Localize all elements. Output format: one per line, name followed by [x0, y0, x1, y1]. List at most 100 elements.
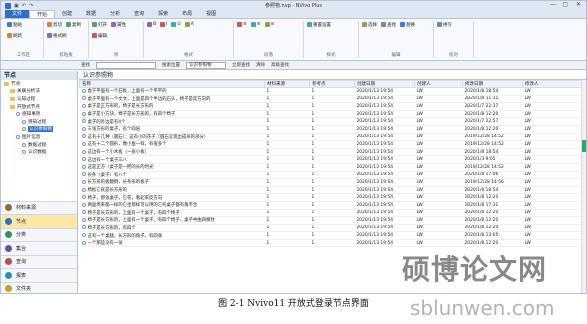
vertical-scrollbar[interactable] — [581, 80, 586, 293]
tree-node[interactable]: 数据过程 — [1, 141, 77, 149]
ribbon-button[interactable]: 重置设置 — [307, 21, 331, 28]
tree-node[interactable]: 开放式节点 — [1, 103, 77, 111]
table-row[interactable]: 这有十几种（圆石）；这有小的花子（圆石呈现出成块的部分） 1 1 2020/1/13 … — [79, 133, 586, 142]
table-cell: 椅板它就是长方形的 — [79, 186, 265, 195]
ribbon-button[interactable]: 查找 — [381, 21, 396, 28]
tree-node[interactable]: 认识参照物 — [1, 126, 77, 134]
table-row[interactable]: 这有十二个圆形，像小鱼一样，有很多个 1 1 2020/1/13 19:54 LW 201… — [79, 140, 586, 149]
ribbon-button[interactable]: 属性 — [111, 21, 126, 28]
ribbon-button[interactable]: ≡ — [250, 21, 261, 28]
ribbon-button[interactable]: I — [160, 21, 167, 28]
table-cell: 2020/1/8 12:20 — [462, 209, 523, 218]
table-row[interactable]: 桌子是正方形的，椅子是长方形的 1 1 2020/1/13 19:54 LW 2020/1… — [79, 102, 586, 111]
tab-4[interactable]: 分析 — [103, 10, 127, 18]
column-header[interactable]: 修改日期 — [462, 80, 523, 88]
tab-2[interactable]: 创建 — [55, 10, 79, 18]
tree-node[interactable]: 感知过程 — [1, 118, 77, 126]
table-cell: 虚于平面有一个石板，上面有一个平平的 — [79, 87, 265, 96]
table-cell: LW — [414, 171, 463, 180]
table-row[interactable]: 椅板它就是长方形的 1 1 2020/1/13 19:54 LW 2020/1/8 18:… — [79, 186, 586, 195]
nav-button-6[interactable]: 文件夹 — [1, 281, 77, 293]
column-header[interactable]: 修改人 — [522, 80, 586, 88]
find-now-button[interactable]: 立即查找 — [232, 62, 250, 68]
table-row[interactable]: 这边有一个桌子三八 1 1 2020/1/13 19:54 LW 2020/1/3 9:0… — [79, 155, 586, 164]
ribbon-button[interactable]: 格式刷 — [47, 32, 67, 39]
table-row[interactable]: 三张方形的桌子，有个四层 1 1 2020/1/13 19:54 LW 2020/1/8 … — [79, 125, 586, 134]
tree-node[interactable]: 认识数据 — [1, 148, 77, 156]
table-cell: 这有十二个圆形，像小鱼一样，有很多个 — [79, 140, 265, 149]
table-row[interactable]: 椅子是长方形的，上面有一个桌子，有四个椅子，桌子中由四根柱 1 1 2020/1/13… — [79, 216, 586, 225]
table-row[interactable]: 长条（桌子）有八个 1 1 2020/1/13 19:54 LW 2020/1/8 17:… — [79, 171, 586, 180]
table-row[interactable]: 桌子是小方块，椅子是长方形的，有四个椅子 1 1 2020/1/13 19:54 LW 2… — [79, 110, 586, 119]
minimize-icon[interactable]: — — [550, 1, 556, 8]
cell-text: 2019/12/28 14:52 — [464, 141, 504, 147]
scroll-thumb[interactable] — [582, 140, 586, 152]
ribbon-button[interactable]: ≡ — [237, 21, 247, 28]
tree-node[interactable]: 感知事项 — [1, 110, 77, 118]
table-row[interactable]: 虚于平面有一个文文，上面是四个半边的石头，椅子是反方向的 1 1 2020/1/13 … — [79, 95, 586, 104]
column-header[interactable]: 创建人 — [414, 80, 463, 88]
ribbon-button[interactable]: 拼写 — [437, 21, 452, 28]
table-row[interactable]: 这是正方（桌子是一把的长的时光 1 1 2020/1/13 19:54 LW 2019/1… — [79, 163, 586, 172]
nav-button-3[interactable]: 集合 — [1, 241, 77, 255]
tab-6[interactable]: 探索 — [151, 10, 175, 18]
nav-button-4[interactable]: 查询 — [1, 254, 77, 268]
nav-button-5[interactable]: 报表 — [1, 268, 77, 282]
find-input[interactable] — [96, 61, 156, 69]
cell-text: 椅子是长方形的，有四个 — [87, 225, 136, 231]
tree-node[interactable]: 图片信息 — [1, 133, 77, 141]
tab-0[interactable]: 文件 — [5, 10, 30, 18]
table-cell: LW — [522, 209, 586, 218]
ribbon-button[interactable]: 粘贴 — [7, 21, 22, 28]
nav-button-0[interactable]: 材料来源 — [1, 200, 77, 214]
ribbon-button[interactable]: 剪切 — [47, 21, 62, 28]
tab-5[interactable]: 查询 — [127, 10, 151, 18]
close-icon[interactable]: ✕ — [576, 1, 581, 8]
table-cell: 2020/1/7 22:37 — [462, 102, 523, 111]
cell-text: 1 — [311, 111, 315, 117]
clear-button[interactable]: 清除 — [256, 62, 265, 68]
table-row[interactable]: 一个那些没有一张 1 1 2020/1/13 19:54 LW 2020/1/8 12:2… — [79, 239, 586, 248]
nav-button-2[interactable]: 分类 — [1, 227, 77, 241]
nav-button-1[interactable]: 节点 — [1, 214, 77, 228]
ribbon-button[interactable]: 复制 — [66, 21, 81, 28]
tab-7[interactable]: 布局 — [175, 10, 199, 18]
cell-text: LW — [416, 179, 423, 185]
column-header[interactable]: 材料来源 — [264, 80, 310, 88]
table-row[interactable]: 椅子，那张桌子，它花，看起来反方向 1 1 2020/1/13 19:54 LW 2020… — [79, 193, 586, 202]
node-icon — [22, 127, 26, 132]
tree-node[interactable]: 节点 — [1, 80, 77, 88]
maximize-icon[interactable]: ▢ — [562, 1, 568, 8]
tab-3[interactable]: 数据 — [79, 10, 103, 18]
table-row[interactable]: 椅子是长方形的，上面有一个桌子，有四个椅子 1 1 2020/1/13 19:54 LW… — [79, 209, 586, 218]
tree-node[interactable]: 关联分析法 — [1, 88, 77, 96]
cell-text: 2020/1/13 19:54 — [356, 225, 394, 231]
ribbon-button[interactable]: 选择 — [362, 21, 377, 28]
ribbon-button[interactable]: ≡ — [264, 21, 274, 28]
ribbon-button[interactable]: A — [184, 21, 194, 28]
table-row[interactable]: 桌子的外边是有4个 1 1 2020/1/13 19:54 LW 2020/1/7 22:… — [79, 117, 586, 126]
ribbon-button[interactable]: 刷新 — [7, 32, 22, 39]
column-header[interactable]: 参考点 — [309, 80, 355, 88]
advanced-find-button[interactable]: 高级查找 — [271, 62, 289, 68]
table-cell: 1 — [264, 163, 310, 172]
table-row[interactable]: 虚于平面有一个石板，上面有一个平平的 1 1 2020/1/13 19:54 LW 202… — [79, 87, 586, 96]
tree-node[interactable]: 认知过程 — [1, 95, 77, 103]
tab-1[interactable]: 开始 — [29, 10, 56, 18]
ribbon-button[interactable]: B — [147, 21, 156, 28]
table-row[interactable]: 这有一个桌腿，长方形的角子，有四张 1 1 2020/1/13 19:54 LW 2020… — [79, 231, 586, 240]
ribbon-button-label: 粘贴 — [13, 22, 22, 28]
ribbon-button[interactable]: U — [171, 21, 181, 28]
table-row[interactable]: 两面用来都一样的它坐那样可以用的它托桌子都有角不合 1 1 2020/1/13 19:… — [79, 201, 586, 210]
table-row[interactable]: 长方形的板翻倒，长条形的板子 1 1 2020/1/13 19:54 LW 2019/12… — [79, 178, 586, 187]
ribbon-button[interactable]: 编辑 — [92, 32, 107, 39]
column-header[interactable]: 名称 — [79, 80, 265, 88]
ribbon-button[interactable]: 替换 — [400, 21, 415, 28]
table-row[interactable]: 这边有一个小木板（一张小板） 1 1 2020/1/13 19:54 LW 2020/1/… — [79, 148, 586, 157]
tab-8[interactable]: 视图 — [199, 10, 223, 18]
column-header[interactable]: 创建日期 — [354, 80, 415, 88]
ribbon-button[interactable]: 打开 — [92, 21, 107, 28]
search-in-select[interactable]: 认识参照物 — [186, 61, 226, 69]
table-row[interactable]: 椅子是长方形的，有四个 1 1 2020/1/13 19:54 LW 2020/1/8 1… — [79, 224, 586, 233]
cell-text: 2020/1/8 13:05 — [464, 233, 499, 239]
